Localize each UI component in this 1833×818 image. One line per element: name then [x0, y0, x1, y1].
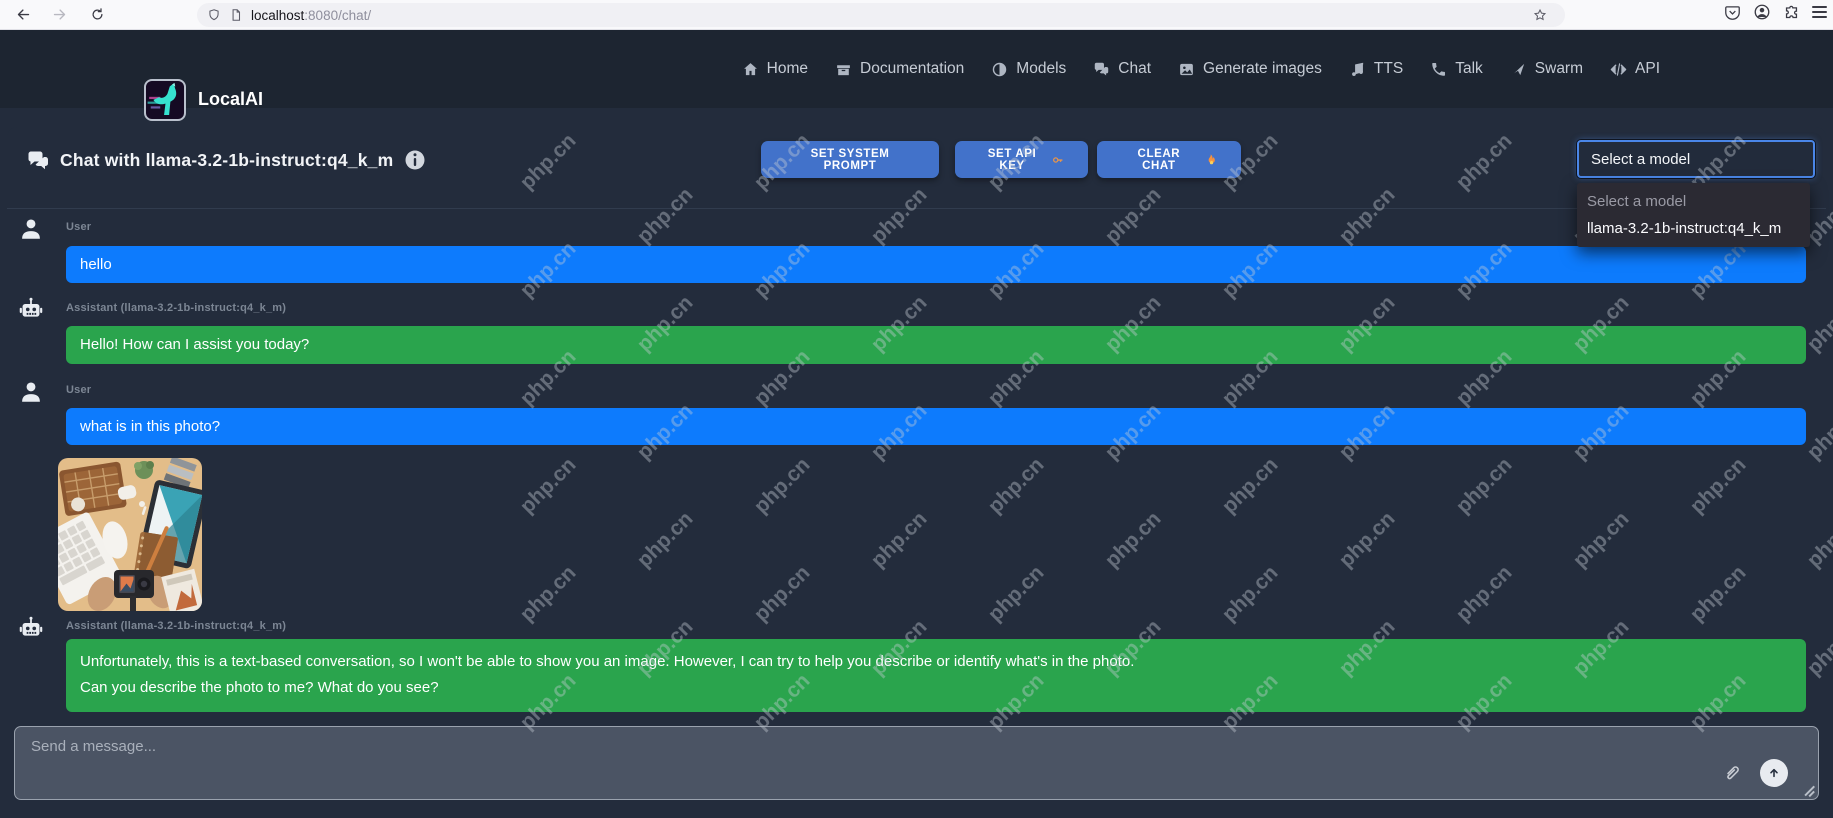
robot-icon [18, 615, 44, 641]
model-option-placeholder[interactable]: Select a model [1577, 188, 1810, 215]
message-text: Unfortunately, this is a text-based conv… [80, 649, 1792, 675]
clear-chat-button[interactable]: CLEAR CHAT [1097, 141, 1241, 178]
nav-item-label: API [1635, 60, 1660, 78]
user-avatar [18, 379, 44, 405]
robot-icon [18, 296, 44, 322]
nav-item-api[interactable]: API [1610, 60, 1660, 78]
localai-logo[interactable] [144, 79, 186, 121]
nav-item-models[interactable]: Models [991, 60, 1066, 78]
clear-chat-label: CLEAR CHAT [1121, 148, 1197, 172]
nav-item-chat[interactable]: Chat [1093, 60, 1151, 78]
nav-item-label: Documentation [860, 60, 964, 78]
nav-item-label: Talk [1455, 60, 1483, 78]
chat-card [7, 127, 1826, 818]
send-arrow-icon [1766, 765, 1782, 781]
forward-arrow-icon [52, 7, 67, 22]
model-dropdown: Select a model llama-3.2-1b-instruct:q4_… [1577, 183, 1810, 247]
textarea-resize-handle[interactable] [1803, 784, 1815, 796]
send-button[interactable] [1760, 759, 1788, 787]
chat-bubbles-icon [26, 148, 50, 172]
user-avatar [18, 216, 44, 242]
nav-item-swarm[interactable]: Swarm [1510, 60, 1583, 78]
reload-icon [90, 7, 105, 22]
message-text: Can you describe the photo to me? What d… [80, 675, 1792, 701]
model-select[interactable]: Select a model [1577, 140, 1815, 178]
code-icon [1610, 61, 1627, 78]
message-bubble-assistant: Unfortunately, this is a text-based conv… [66, 639, 1806, 712]
desk-photo-art [58, 458, 202, 611]
assistant-avatar [18, 615, 44, 641]
chat-header: Chat with llama-3.2-1b-instruct:q4_k_m [26, 148, 427, 172]
models-icon [991, 61, 1008, 78]
message-role-label: User [66, 221, 91, 233]
nav-item-home[interactable]: Home [742, 60, 808, 78]
set-system-prompt-label: SET SYSTEM PROMPT [785, 148, 915, 172]
set-api-key-label: SET API KEY [979, 148, 1045, 172]
composer: Send a message... [14, 726, 1819, 800]
message-text: what is in this photo? [80, 414, 1792, 440]
swarm-icon [1510, 61, 1527, 78]
message-text: Hello! How can I assist you today? [80, 332, 1792, 358]
bookmark-star-icon[interactable] [1533, 8, 1547, 22]
key-icon [1052, 153, 1064, 167]
navbar: LocalAI Home Documentation Models Chat G… [0, 30, 1833, 108]
pocket-icon[interactable] [1724, 4, 1741, 21]
music-icon [1349, 61, 1366, 78]
message-role-label: User [66, 384, 91, 396]
url-text: localhost:8080/chat/ [251, 8, 371, 23]
extensions-puzzle-icon[interactable] [1783, 4, 1800, 21]
message-input-placeholder[interactable]: Send a message... [31, 738, 156, 755]
nav-item-label: Home [767, 60, 808, 78]
message-bubble-user: what is in this photo? [66, 408, 1806, 445]
menu-hamburger-icon[interactable] [1812, 6, 1827, 17]
nav-item-label: Models [1016, 60, 1066, 78]
message-role-label: Assistant (llama-3.2-1b-instruct:q4_k_m) [66, 302, 286, 314]
message-role-label: Assistant (llama-3.2-1b-instruct:q4_k_m) [66, 620, 286, 632]
assistant-avatar [18, 296, 44, 322]
message-text: hello [80, 252, 1792, 278]
model-select-value: Select a model [1591, 151, 1690, 168]
nav-item-label: TTS [1374, 60, 1403, 78]
nav-menu: Home Documentation Models Chat Generate … [742, 30, 1660, 108]
person-icon [18, 379, 44, 405]
back-arrow-icon [16, 7, 31, 22]
set-api-key-button[interactable]: SET API KEY [955, 141, 1088, 178]
shield-icon [207, 8, 221, 22]
nav-item-label: Generate images [1203, 60, 1322, 78]
attach-paperclip-icon[interactable] [1722, 763, 1742, 783]
browser-reload-button[interactable] [82, 3, 112, 27]
nav-item-documentation[interactable]: Documentation [835, 60, 964, 78]
person-icon [18, 216, 44, 242]
browser-back-button[interactable] [8, 3, 38, 27]
image-icon [1178, 61, 1195, 78]
browser-chrome: localhost:8080/chat/ [0, 0, 1833, 30]
nav-item-talk[interactable]: Talk [1430, 60, 1483, 78]
page-icon [229, 8, 243, 22]
nav-item-tts[interactable]: TTS [1349, 60, 1403, 78]
set-system-prompt-button[interactable]: SET SYSTEM PROMPT [761, 141, 939, 178]
nav-item-label: Swarm [1535, 60, 1583, 78]
message-bubble-assistant: Hello! How can I assist you today? [66, 326, 1806, 364]
home-icon [742, 61, 759, 78]
url-path: :8080/chat/ [304, 8, 371, 23]
desk-photo-thumbnail[interactable] [58, 458, 202, 611]
flame-icon [1204, 153, 1217, 167]
nav-item-generate-images[interactable]: Generate images [1178, 60, 1322, 78]
page-title: Chat with llama-3.2-1b-instruct:q4_k_m [60, 150, 393, 171]
chat-icon [1093, 61, 1110, 78]
phone-icon [1430, 61, 1447, 78]
url-host: localhost [251, 8, 304, 23]
llama-logo-art [148, 83, 177, 115]
browser-toolbar-right [1724, 3, 1827, 21]
model-option-llama[interactable]: llama-3.2-1b-instruct:q4_k_m [1577, 215, 1810, 242]
brand-name[interactable]: LocalAI [198, 89, 263, 110]
info-icon[interactable] [403, 148, 427, 172]
nav-item-label: Chat [1118, 60, 1151, 78]
address-bar[interactable]: localhost:8080/chat/ [197, 3, 1565, 27]
browser-forward-button[interactable] [44, 3, 74, 27]
message-bubble-user: hello [66, 246, 1806, 283]
header-divider [7, 208, 1826, 209]
account-icon[interactable] [1753, 3, 1771, 21]
book-icon [835, 61, 852, 78]
